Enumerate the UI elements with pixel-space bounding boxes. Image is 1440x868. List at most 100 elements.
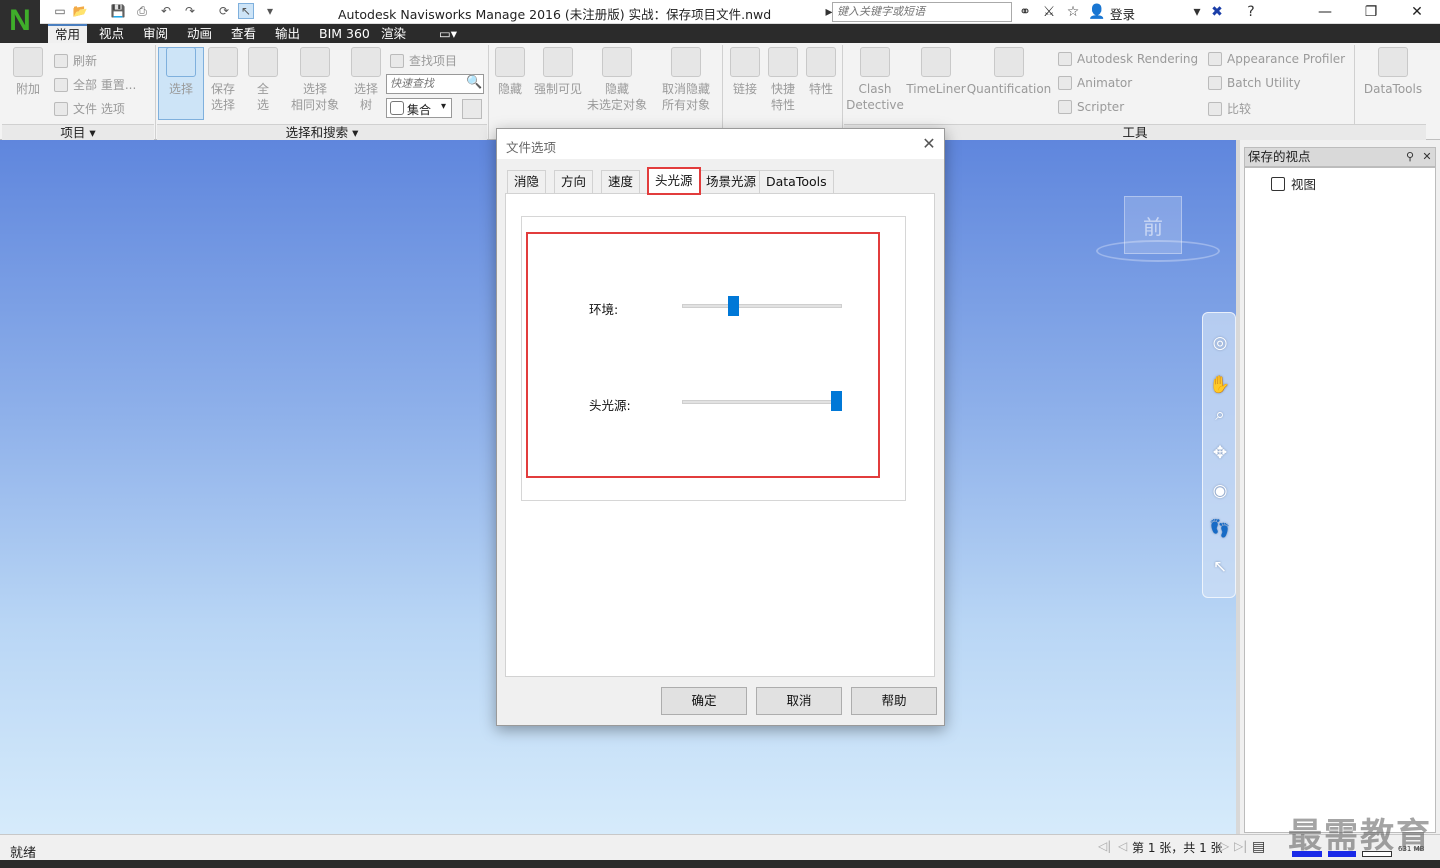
unhide-all-button[interactable]: 取消隐藏 所有对象 xyxy=(658,47,714,113)
panel-title-project[interactable]: 项目 ▾ xyxy=(2,124,154,140)
walk-icon[interactable]: 👣 xyxy=(1209,519,1230,539)
find-items-button[interactable]: 查找项目 xyxy=(390,52,457,69)
zoom-window-icon[interactable]: ⌕ xyxy=(1210,405,1230,425)
restore-button[interactable]: ❐ xyxy=(1348,0,1394,24)
binoculars-icon[interactable]: ⚭ xyxy=(1016,3,1034,21)
manage-sets-icon[interactable] xyxy=(462,99,482,119)
print-icon[interactable]: ⎙ xyxy=(134,3,150,19)
tab-bim360[interactable]: BIM 360 xyxy=(312,24,377,43)
headlight-slider-thumb[interactable] xyxy=(831,391,842,411)
login-dropdown-icon[interactable]: ▾ xyxy=(1188,3,1206,21)
open-file-icon[interactable]: 📂 xyxy=(72,3,88,19)
clash-detective-button[interactable]: Clash Detective xyxy=(846,47,904,113)
select-same-button[interactable]: 选择 相同对象 xyxy=(288,47,342,113)
file-options-button[interactable]: 文件 选项 xyxy=(54,100,125,117)
select-cursor-icon[interactable]: ↖ xyxy=(238,3,254,19)
timeliner-button[interactable]: TimeLiner xyxy=(906,47,966,97)
tab-animation[interactable]: 动画 xyxy=(180,24,219,43)
pan-hand-icon[interactable]: ✋ xyxy=(1209,375,1230,395)
tab-render[interactable]: 渲染 xyxy=(374,24,413,43)
save-selection-button[interactable]: 保存 选择 xyxy=(204,47,242,113)
look-around-icon[interactable]: ◉ xyxy=(1210,481,1230,501)
save-icon[interactable]: 💾 xyxy=(110,3,126,19)
tab-viewpoint[interactable]: 视点 xyxy=(92,24,131,43)
ambient-slider-thumb[interactable] xyxy=(728,296,740,316)
minimize-button[interactable]: — xyxy=(1302,0,1348,24)
viewcube[interactable]: 前 xyxy=(1124,196,1182,254)
tab-orientation[interactable]: 方向 xyxy=(554,170,594,194)
hide-button[interactable]: 隐藏 xyxy=(492,47,528,97)
dialog-close-icon[interactable]: ✕ xyxy=(920,135,938,153)
tab-culling[interactable]: 消隐 xyxy=(507,170,547,194)
help-search-input[interactable] xyxy=(832,2,1012,22)
scripter-button[interactable]: Scripter xyxy=(1058,100,1124,114)
properties-icon xyxy=(806,47,836,77)
panel-close-icon[interactable]: ✕ xyxy=(1420,150,1434,164)
title-bar: N ▭ 📂 💾 ⎙ ↶ ↷ ⟳ ↖ ▾ Autodesk Navisworks … xyxy=(0,0,1440,42)
reset-all-button[interactable]: 全部 重置... xyxy=(54,76,136,93)
ambient-slider[interactable] xyxy=(682,304,842,308)
select-button[interactable]: 选择 xyxy=(162,47,200,97)
compare-button[interactable]: 比较 xyxy=(1208,100,1251,117)
orbit-icon[interactable]: ✥ xyxy=(1210,443,1230,463)
quantification-button[interactable]: Quantification xyxy=(967,47,1051,97)
ok-button[interactable]: 确定 xyxy=(661,687,747,715)
tab-headlight[interactable]: 头光源 xyxy=(647,167,701,195)
select-arrow-icon[interactable]: ↖ xyxy=(1210,557,1230,577)
tab-scene-lights[interactable]: 场景光源 xyxy=(699,170,764,194)
properties-button[interactable]: 特性 xyxy=(804,47,838,97)
close-button[interactable]: ✕ xyxy=(1394,0,1440,24)
panel-title-select-search[interactable]: 选择和搜索 ▾ xyxy=(157,124,487,140)
exchange-apps-icon[interactable]: ✖ xyxy=(1208,3,1226,21)
help-button[interactable]: 帮助 xyxy=(851,687,937,715)
batch-utility-button[interactable]: Batch Utility xyxy=(1208,76,1301,90)
tab-home[interactable]: 常用 xyxy=(48,24,88,43)
customize-qat-icon[interactable]: ▾ xyxy=(262,3,278,19)
datatools-button[interactable]: DataTools xyxy=(1362,47,1424,97)
first-page-icon[interactable]: ◁| xyxy=(1098,839,1111,853)
selection-tree-button[interactable]: 选择 树 xyxy=(348,47,384,113)
pin-icon[interactable]: ⚲ xyxy=(1403,150,1417,164)
tab-speed[interactable]: 速度 xyxy=(601,170,641,194)
tab-output[interactable]: 输出 xyxy=(268,24,307,43)
help-icon[interactable]: ? xyxy=(1242,3,1260,21)
refresh-icon xyxy=(54,53,68,68)
login-link[interactable]: 登录 xyxy=(1110,4,1135,23)
require-button[interactable]: 强制可见 xyxy=(532,47,584,97)
favorites-star-icon[interactable]: ☆ xyxy=(1064,3,1082,21)
cancel-button[interactable]: 取消 xyxy=(756,687,842,715)
refresh-icon[interactable]: ⟳ xyxy=(216,3,232,19)
quick-find-search-icon[interactable]: 🔍 xyxy=(466,75,482,90)
appearance-profiler-button[interactable]: Appearance Profiler xyxy=(1208,52,1345,66)
chevron-down-icon: ▾ xyxy=(441,101,447,112)
compare-icon xyxy=(1208,101,1222,116)
new-file-icon[interactable]: ▭ xyxy=(52,3,68,19)
tab-datatools[interactable]: DataTools xyxy=(759,170,834,194)
previous-page-icon[interactable]: ◁ xyxy=(1118,839,1127,853)
headlight-slider[interactable] xyxy=(682,400,842,404)
last-page-icon[interactable]: ▷| xyxy=(1234,839,1247,853)
user-icon[interactable]: 👤 xyxy=(1088,3,1106,21)
tab-view[interactable]: 查看 xyxy=(224,24,263,43)
viewpoint-item[interactable]: 视图 xyxy=(1271,174,1316,193)
next-page-icon[interactable]: ▷ xyxy=(1220,839,1229,853)
sheet-browser-icon[interactable]: ▤ xyxy=(1252,839,1265,855)
steering-wheel-icon[interactable]: ◎ xyxy=(1210,333,1230,353)
autodesk-rendering-button[interactable]: Autodesk Rendering xyxy=(1058,52,1198,66)
ribbon-minimize-icon[interactable]: ▭▾ xyxy=(432,24,464,43)
hide-unselected-button[interactable]: 隐藏 未选定对象 xyxy=(586,47,648,113)
animator-button[interactable]: Animator xyxy=(1058,76,1132,90)
redo-icon[interactable]: ↷ xyxy=(182,3,198,19)
undo-icon[interactable]: ↶ xyxy=(158,3,174,19)
ambient-label: 环境: xyxy=(589,302,619,317)
links-button[interactable]: 链接 xyxy=(728,47,762,97)
subscription-icon[interactable]: ⚔ xyxy=(1040,3,1058,21)
select-all-button[interactable]: 全 选 xyxy=(246,47,280,113)
tab-review[interactable]: 审阅 xyxy=(136,24,175,43)
append-button[interactable]: 附加 xyxy=(10,47,46,97)
application-menu-button[interactable]: N xyxy=(0,0,40,42)
select-same-icon xyxy=(300,47,330,77)
refresh-button[interactable]: 刷新 xyxy=(54,52,97,69)
quick-properties-button[interactable]: 快捷 特性 xyxy=(766,47,800,113)
save-selection-icon xyxy=(208,47,238,77)
